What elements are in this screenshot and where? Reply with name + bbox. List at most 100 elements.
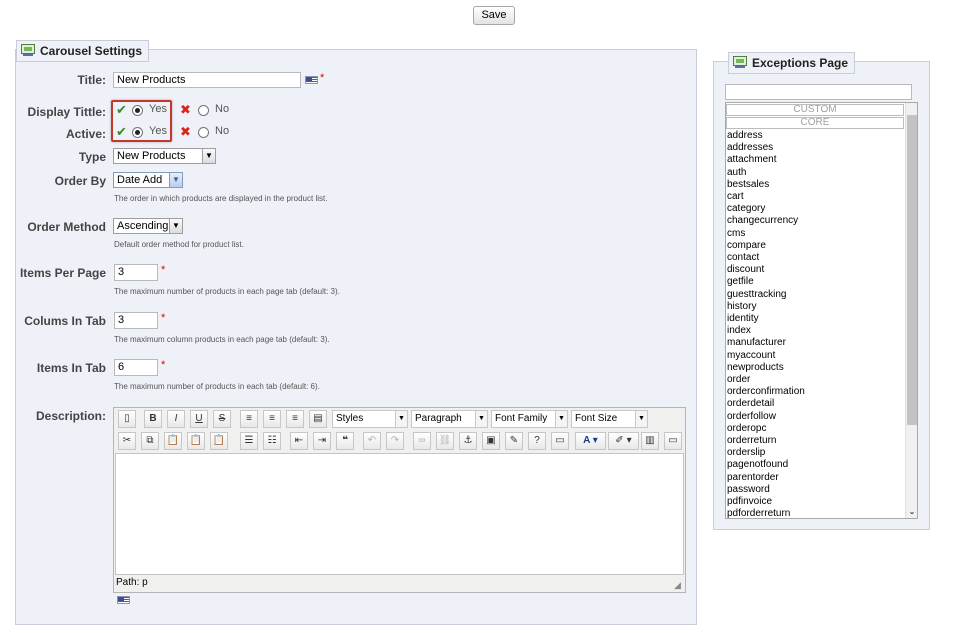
background-color-icon[interactable]: ✐ ▾ <box>608 432 639 450</box>
align-center-button[interactable]: ≡ <box>263 410 281 428</box>
exception-page-item[interactable]: orderconfirmation <box>726 386 917 398</box>
exception-page-item[interactable]: pdfinvoice <box>726 496 917 508</box>
exception-page-item[interactable]: cms <box>726 228 917 240</box>
text-color-icon[interactable]: A ▾ <box>575 432 606 450</box>
scroll-down-icon[interactable]: ⌄ <box>907 507 917 516</box>
paste-word-icon[interactable]: 📋 <box>210 432 228 450</box>
type-select[interactable]: New Products ▼ <box>113 148 216 164</box>
image-icon[interactable]: ▣ <box>482 432 500 450</box>
items-per-page-input[interactable]: 3 <box>114 264 158 281</box>
exception-page-item[interactable]: orderslip <box>726 447 917 459</box>
paste-text-icon[interactable]: 📋 <box>187 432 205 450</box>
justify-button[interactable]: ▤ <box>309 410 327 428</box>
font-family-select[interactable]: Font Family ▼ <box>491 410 568 428</box>
exception-page-item[interactable]: changecurrency <box>726 215 917 227</box>
description-language-flag-icon[interactable] <box>117 596 130 604</box>
numbered-list-icon[interactable]: ☷ <box>263 432 281 450</box>
exception-page-item[interactable]: category <box>726 203 917 215</box>
exception-page-item[interactable]: pagenotfound <box>726 459 917 471</box>
blockquote-icon[interactable]: ❝ <box>336 432 354 450</box>
indent-icon[interactable]: ⇥ <box>313 432 331 450</box>
redo-icon[interactable]: ↷ <box>386 432 404 450</box>
exception-page-item[interactable]: orderdetail <box>726 398 917 410</box>
new-document-button[interactable]: ▯ <box>118 410 136 428</box>
exceptions-search-input[interactable] <box>725 84 912 100</box>
media-icon[interactable]: ▥ <box>641 432 659 450</box>
bold-button[interactable]: B <box>144 410 162 428</box>
italic-button[interactable]: I <box>167 410 185 428</box>
chevron-down-icon: ▼ <box>169 219 182 233</box>
link-icon[interactable]: ∞ <box>413 432 431 450</box>
unlink-icon[interactable]: ⛓ <box>436 432 454 450</box>
exception-page-item[interactable]: pdforderreturn <box>726 508 917 518</box>
exception-page-item[interactable]: attachment <box>726 154 917 166</box>
exception-page-item[interactable]: orderreturn <box>726 435 917 447</box>
columns-in-tab-label: Colums In Tab <box>24 314 106 328</box>
strikethrough-button[interactable]: S <box>213 410 231 428</box>
align-right-button[interactable]: ≡ <box>286 410 304 428</box>
exception-page-item[interactable]: identity <box>726 313 917 325</box>
exception-page-item[interactable]: orderopc <box>726 423 917 435</box>
paragraph-select[interactable]: Paragraph ▼ <box>411 410 488 428</box>
outdent-icon[interactable]: ⇤ <box>290 432 308 450</box>
exception-page-item[interactable]: myaccount <box>726 350 917 362</box>
check-icon: ✔ <box>116 102 127 117</box>
exception-page-item[interactable]: compare <box>726 240 917 252</box>
columns-in-tab-required-mark: * <box>161 312 166 324</box>
font-size-select[interactable]: Font Size ▼ <box>571 410 648 428</box>
cut-icon[interactable]: ✂ <box>118 432 136 450</box>
exception-page-item[interactable]: discount <box>726 264 917 276</box>
exception-page-item[interactable]: cart <box>726 191 917 203</box>
active-yes-radio[interactable] <box>132 127 143 138</box>
exception-page-item[interactable]: address <box>726 130 917 142</box>
align-left-button[interactable]: ≡ <box>240 410 258 428</box>
check-icon: ✔ <box>116 124 127 139</box>
underline-button[interactable]: U <box>190 410 208 428</box>
paste-icon[interactable]: 📋 <box>164 432 182 450</box>
carousel-icon <box>21 44 35 56</box>
paragraph-select-value: Paragraph <box>415 413 462 424</box>
exception-page-item[interactable]: index <box>726 325 917 337</box>
exception-page-item[interactable]: history <box>726 301 917 313</box>
items-per-page-label: Items Per Page <box>19 266 106 280</box>
editor-content-area[interactable] <box>115 453 684 575</box>
anchor-icon[interactable]: ⚓ <box>459 432 477 450</box>
chevron-down-icon: ▼ <box>635 411 647 427</box>
order-by-select[interactable]: Date Add ▼ <box>113 172 183 188</box>
styles-select[interactable]: Styles ▼ <box>332 410 408 428</box>
exceptions-scrollbar[interactable]: ⌄ <box>905 103 917 518</box>
exception-page-item[interactable]: auth <box>726 167 917 179</box>
exception-page-item[interactable]: orderfollow <box>726 411 917 423</box>
active-no-radio[interactable] <box>198 127 209 138</box>
language-flag-icon[interactable] <box>305 76 318 84</box>
resize-handle-icon[interactable]: ◢ <box>674 580 684 590</box>
order-method-select-value: Ascending <box>117 220 169 232</box>
exception-page-item[interactable]: addresses <box>726 142 917 154</box>
fullscreen-icon[interactable]: ▭ <box>664 432 682 450</box>
display-title-no-radio[interactable] <box>198 105 209 116</box>
exception-page-item[interactable]: contact <box>726 252 917 264</box>
title-input[interactable]: New Products <box>113 72 301 88</box>
exception-page-item[interactable]: manufacturer <box>726 337 917 349</box>
exception-page-item[interactable]: parentorder <box>726 472 917 484</box>
exception-page-item[interactable]: newproducts <box>726 362 917 374</box>
exception-page-item[interactable]: getfile <box>726 276 917 288</box>
html-source-icon[interactable]: ▭ <box>551 432 569 450</box>
display-title-yes-radio[interactable] <box>132 105 143 116</box>
save-button[interactable]: Save <box>473 6 515 25</box>
exception-page-item[interactable]: guesttracking <box>726 289 917 301</box>
exception-page-item[interactable]: password <box>726 484 917 496</box>
exception-page-item[interactable]: bestsales <box>726 179 917 191</box>
help-icon[interactable]: ? <box>528 432 546 450</box>
cleanup-icon[interactable]: ✎ <box>505 432 523 450</box>
scrollbar-thumb[interactable] <box>907 115 917 425</box>
undo-icon[interactable]: ↶ <box>363 432 381 450</box>
columns-in-tab-input[interactable]: 3 <box>114 312 158 329</box>
chevron-down-icon: ▼ <box>475 411 487 427</box>
copy-icon[interactable]: ⧉ <box>141 432 159 450</box>
bullet-list-icon[interactable]: ☰ <box>240 432 258 450</box>
items-in-tab-input[interactable]: 6 <box>114 359 158 376</box>
order-method-select[interactable]: Ascending ▼ <box>113 218 183 234</box>
exceptions-list[interactable]: CUSTOM CORE address addresses attachment au… <box>725 102 918 519</box>
exception-page-item[interactable]: order <box>726 374 917 386</box>
